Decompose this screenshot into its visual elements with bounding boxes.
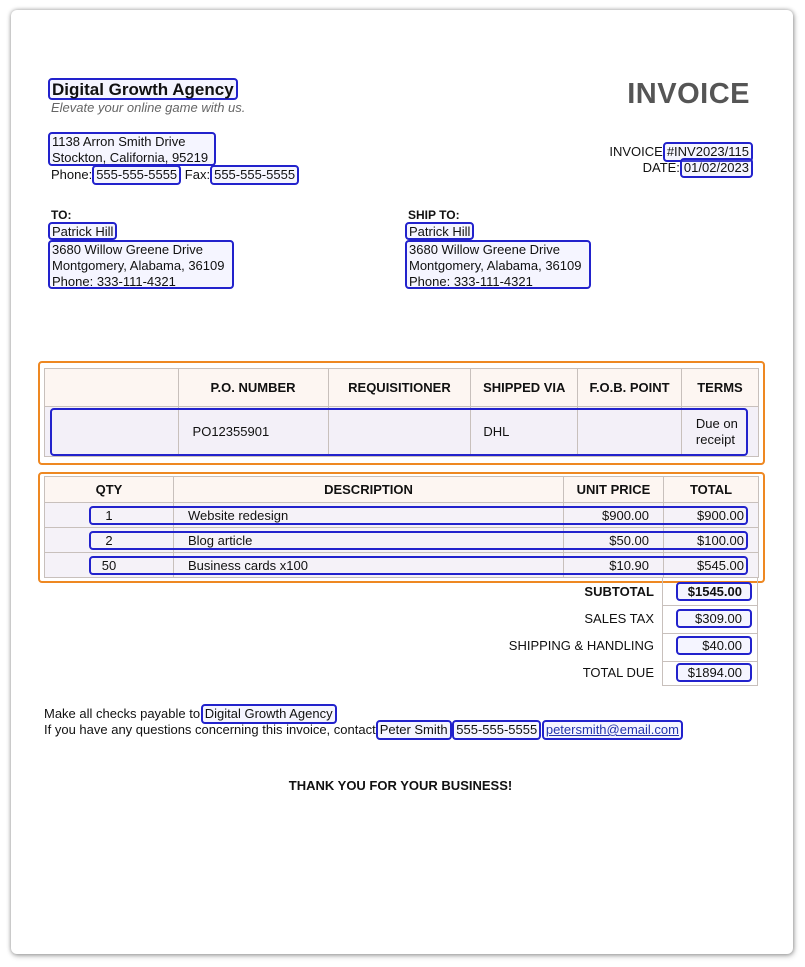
items-header-unit-price: UNIT PRICE <box>563 476 664 503</box>
subtotal-label: SUBTOTAL <box>584 584 654 599</box>
shipping-label: SHIPPING & HANDLING <box>508 638 654 653</box>
questions-line: If you have any questions concerning thi… <box>44 720 683 740</box>
order-info-header-requisitioner: REQUISITIONER <box>327 368 472 407</box>
order-info-header-shipped-via: SHIPPED VIA <box>470 368 579 407</box>
items-header-total: TOTAL <box>663 476 759 503</box>
order-info-header-empty <box>44 368 179 407</box>
company-contact-line: Phone: 555-555-5555 Fax: 555-555-5555 <box>51 165 300 185</box>
subtotal-value: $1545.00 <box>676 582 752 601</box>
item-row-box <box>89 556 748 575</box>
bill-to-address-line1: 3680 Willow Greene Drive <box>52 242 204 257</box>
invoice-date: 01/02/2023 <box>679 158 753 178</box>
order-info-header-terms: TERMS <box>680 368 760 407</box>
fax-label: Fax: <box>184 167 211 182</box>
items-header-qty: QTY <box>44 476 174 503</box>
invoice-date-line: DATE: 01/02/2023 <box>643 158 753 178</box>
bill-to-address-line2: Montgomery, Alabama, 36109 <box>52 258 225 273</box>
company-address-line1: 1138 Arron Smith Drive <box>52 134 186 149</box>
contact-name: Peter Smith <box>375 720 452 740</box>
sales-tax-value: $309.00 <box>676 609 752 628</box>
contact-phone: 555-555-5555 <box>452 720 542 740</box>
bill-to-address: 3680 Willow Greene Drive Montgomery, Ala… <box>48 240 234 289</box>
ship-to-address: 3680 Willow Greene Drive Montgomery, Ala… <box>405 240 591 289</box>
thank-you-message: THANK YOU FOR YOUR BUSINESS! <box>0 778 805 793</box>
bill-to-label: TO: <box>51 208 72 222</box>
company-phone: 555-555-5555 <box>92 165 182 185</box>
contact-email-link[interactable]: petersmith@email.com <box>541 720 683 740</box>
payable-text: Make all checks payable to <box>44 706 201 721</box>
invoice-title: INVOICE <box>627 78 750 110</box>
company-tagline: Elevate your online game with us. <box>51 100 246 115</box>
item-row-box <box>89 506 748 525</box>
ship-to-address-line2: Montgomery, Alabama, 36109 <box>409 258 582 273</box>
bill-to-name: Patrick Hill <box>48 222 118 240</box>
ship-to-label: SHIP TO: <box>408 208 460 222</box>
sales-tax-label: SALES TAX <box>584 611 654 626</box>
phone-label: Phone: <box>51 167 93 182</box>
items-header-description: DESCRIPTION <box>173 476 564 503</box>
shipping-value: $40.00 <box>676 636 752 655</box>
ship-to-name: Patrick Hill <box>405 222 475 240</box>
total-due-label: TOTAL DUE <box>582 665 654 680</box>
item-row-box <box>89 531 748 550</box>
ship-to-phone: Phone: 333-111-4321 <box>409 274 533 289</box>
ship-to-address-line1: 3680 Willow Greene Drive <box>409 242 561 257</box>
thank-you-text: THANK YOU FOR YOUR BUSINESS! <box>288 778 513 793</box>
order-info-header-po: P.O. NUMBER <box>177 368 329 407</box>
order-info-row-box <box>50 408 748 456</box>
order-info-header-fob: F.O.B. POINT <box>577 368 682 407</box>
company-address: 1138 Arron Smith Drive Stockton, Califor… <box>48 132 216 166</box>
invoice-number-label: INVOICE <box>609 144 663 159</box>
company-fax: 555-555-5555 <box>210 165 300 185</box>
total-due-value: $1894.00 <box>676 663 752 682</box>
company-name: Digital Growth Agency <box>48 78 238 100</box>
invoice-date-label: DATE: <box>642 160 680 175</box>
company-address-line2: Stockton, California, 95219 <box>52 150 209 165</box>
bill-to-phone: Phone: 333-111-4321 <box>52 274 176 289</box>
questions-text: If you have any questions concerning thi… <box>44 722 376 737</box>
